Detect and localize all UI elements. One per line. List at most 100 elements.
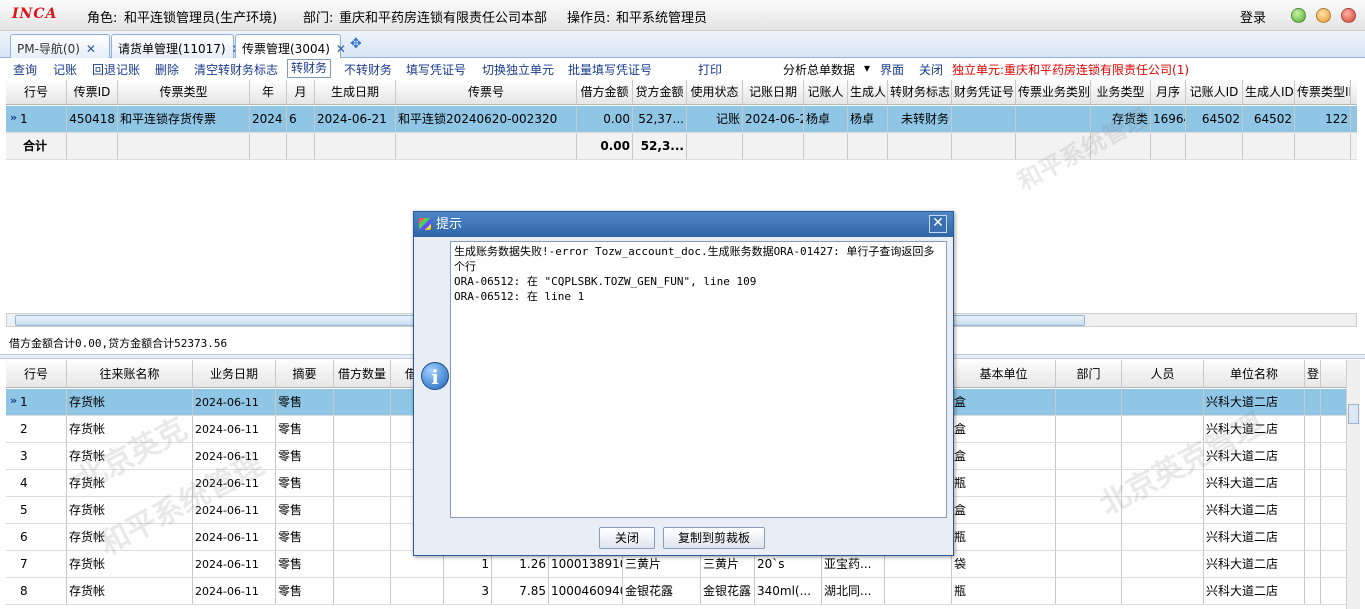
column-header[interactable]: 记账人ID — [1186, 80, 1243, 104]
table-cell — [848, 133, 888, 159]
close-icon[interactable]: ✕ — [86, 42, 96, 56]
column-header[interactable]: 传票业务类别 — [1016, 80, 1091, 104]
login-link[interactable]: 登录 — [1240, 7, 1266, 26]
fill-voucher-no-button[interactable]: 填写凭证号 — [406, 61, 466, 78]
table-cell: 64502 — [1243, 106, 1295, 132]
window-green-button[interactable] — [1291, 8, 1306, 23]
column-header[interactable]: 摘要 — [276, 360, 334, 387]
table-cell: 兴科大道二店 — [1204, 470, 1305, 496]
table-cell: 0.00 — [577, 106, 633, 132]
delete-button[interactable]: 删除 — [155, 61, 179, 78]
post-button[interactable]: 记账 — [53, 61, 77, 78]
close-icon[interactable]: ✕ — [929, 215, 947, 233]
table-cell — [1122, 416, 1204, 442]
table-cell: 零售 — [276, 470, 334, 496]
print-button[interactable]: 打印 — [698, 61, 722, 78]
column-header[interactable]: 年 — [250, 80, 287, 104]
table-cell: 零售 — [276, 389, 334, 415]
column-header[interactable]: 行号 — [6, 80, 67, 104]
column-header[interactable]: 单位名称 — [1204, 360, 1305, 387]
table-cell: 存货帐 — [67, 578, 193, 604]
table-cell — [1056, 416, 1122, 442]
switch-unit-button[interactable]: 切换独立单元 — [482, 61, 554, 78]
column-header[interactable]: 转财务标志 — [888, 80, 952, 104]
table-cell: 零售 — [276, 551, 334, 577]
column-header[interactable]: 生成日期 — [315, 80, 396, 104]
column-header[interactable]: 部门 — [1056, 360, 1122, 387]
table-cell — [315, 133, 396, 159]
dialog-close-button[interactable]: 关闭 — [599, 527, 655, 549]
to-finance-button[interactable]: 转财务 — [287, 59, 332, 78]
sum-row[interactable]: 合计 0.00 52,3... — [6, 133, 1357, 160]
column-header[interactable]: 传票ID — [67, 80, 118, 104]
column-header[interactable]: 月 — [287, 80, 315, 104]
not-to-finance-button[interactable]: 不转财务 — [344, 61, 392, 78]
window-red-button[interactable] — [1341, 8, 1356, 23]
column-header[interactable]: 记账日期 — [743, 80, 804, 104]
table-cell: 52,3... — [633, 133, 687, 159]
copy-to-clipboard-button[interactable]: 复制到剪裁板 — [663, 527, 765, 549]
column-header[interactable]: 登 — [1305, 360, 1321, 387]
operator-label: 操作员: — [567, 11, 611, 26]
table-cell: 和平连锁存货传票 — [118, 106, 250, 132]
column-header[interactable]: 记账人 — [804, 80, 848, 104]
window-orange-button[interactable] — [1316, 8, 1331, 23]
tab-label: 请货单管理(11017) — [118, 42, 226, 56]
scroll-thumb[interactable] — [1348, 404, 1359, 424]
table-row[interactable]: 1 450418 和平连锁存货传票 2024 6 2024-06-21 和平连锁202406… — [6, 106, 1357, 133]
tab-request-mgmt[interactable]: 请货单管理(11017)✕ — [111, 34, 242, 58]
table-cell: 存货帐 — [67, 551, 193, 577]
table-cell: 兴科大道二店 — [1204, 389, 1305, 415]
batch-fill-voucher-button[interactable]: 批量填写凭证号 — [568, 61, 652, 78]
chevron-down-icon[interactable]: ▾ — [864, 61, 870, 75]
error-line: 生成账务数据失败!-error Tozw_account_doc.生成账务数据O… — [454, 245, 935, 273]
column-header[interactable]: 使用状态 — [687, 80, 743, 104]
column-header[interactable]: 贷方金额 — [633, 80, 687, 104]
column-header[interactable]: 财务凭证号 — [952, 80, 1016, 104]
table-cell — [1151, 133, 1186, 159]
tab-pm-nav[interactable]: PM-导航(0) ✕ — [10, 34, 110, 58]
column-header[interactable]: 行号 — [6, 360, 67, 387]
table-cell: 2024-06-11 — [193, 389, 276, 415]
table-cell — [1305, 389, 1321, 415]
column-header[interactable]: 传票类型 — [118, 80, 250, 104]
tab-voucher-mgmt[interactable]: 传票管理(3004) ✕ — [235, 34, 346, 59]
table-cell — [888, 133, 952, 159]
table-row[interactable]: 8 存货帐 2024-06-11 零售 3 7.85 1000460940 金银花露 金银花露 3… — [6, 578, 1346, 605]
table-cell — [334, 389, 391, 415]
column-header[interactable]: 生成人ID — [1243, 80, 1295, 104]
independent-unit-label: 独立单元:重庆和平药房连锁有限责任公司(1) — [952, 63, 1190, 77]
table-cell: 零售 — [276, 443, 334, 469]
add-tab-icon[interactable]: ✥ — [350, 36, 362, 52]
table-cell: 金银花露 — [623, 578, 701, 604]
column-header[interactable]: 借方数量 — [334, 360, 391, 387]
dialog-title-bar[interactable]: 提示 ✕ — [414, 212, 953, 237]
table-cell — [1305, 551, 1321, 577]
column-header[interactable]: 月序 — [1151, 80, 1186, 104]
close-icon[interactable]: ✕ — [336, 42, 346, 56]
column-header[interactable]: 借方金额 — [577, 80, 633, 104]
column-header[interactable]: 传票号 — [396, 80, 577, 104]
table-cell — [1305, 524, 1321, 550]
interface-button[interactable]: 界面 — [880, 61, 904, 78]
column-header[interactable]: 传票类型ID — [1295, 80, 1351, 104]
table-cell: 盒 — [952, 497, 1056, 523]
rollback-post-button[interactable]: 回退记账 — [92, 61, 140, 78]
column-header[interactable]: 业务日期 — [193, 360, 276, 387]
clear-finance-flag-button[interactable]: 清空转财务标志 — [194, 61, 278, 78]
column-header[interactable]: 基本单位 — [952, 360, 1056, 387]
column-header[interactable]: 人员 — [1122, 360, 1204, 387]
column-header[interactable]: 往来账名称 — [67, 360, 193, 387]
inca-logo: INCA — [12, 6, 58, 22]
column-header[interactable]: 业务类型 — [1091, 80, 1151, 104]
vertical-scrollbar[interactable] — [1346, 360, 1360, 609]
query-button[interactable]: 查询 — [13, 61, 37, 78]
dept-value: 重庆和平药房连锁有限责任公司本部 — [339, 11, 548, 26]
close-button[interactable]: 关闭 — [919, 61, 943, 78]
table-cell: 2024-06-11 — [193, 470, 276, 496]
analyze-data-button[interactable]: 分析总单数据 — [783, 61, 855, 78]
table-cell: 存货帐 — [67, 470, 193, 496]
error-message-box[interactable]: 生成账务数据失败!-error Tozw_account_doc.生成账务数据O… — [450, 241, 947, 518]
operator-value: 和平系统管理员 — [616, 11, 708, 26]
column-header[interactable]: 生成人 — [848, 80, 888, 104]
